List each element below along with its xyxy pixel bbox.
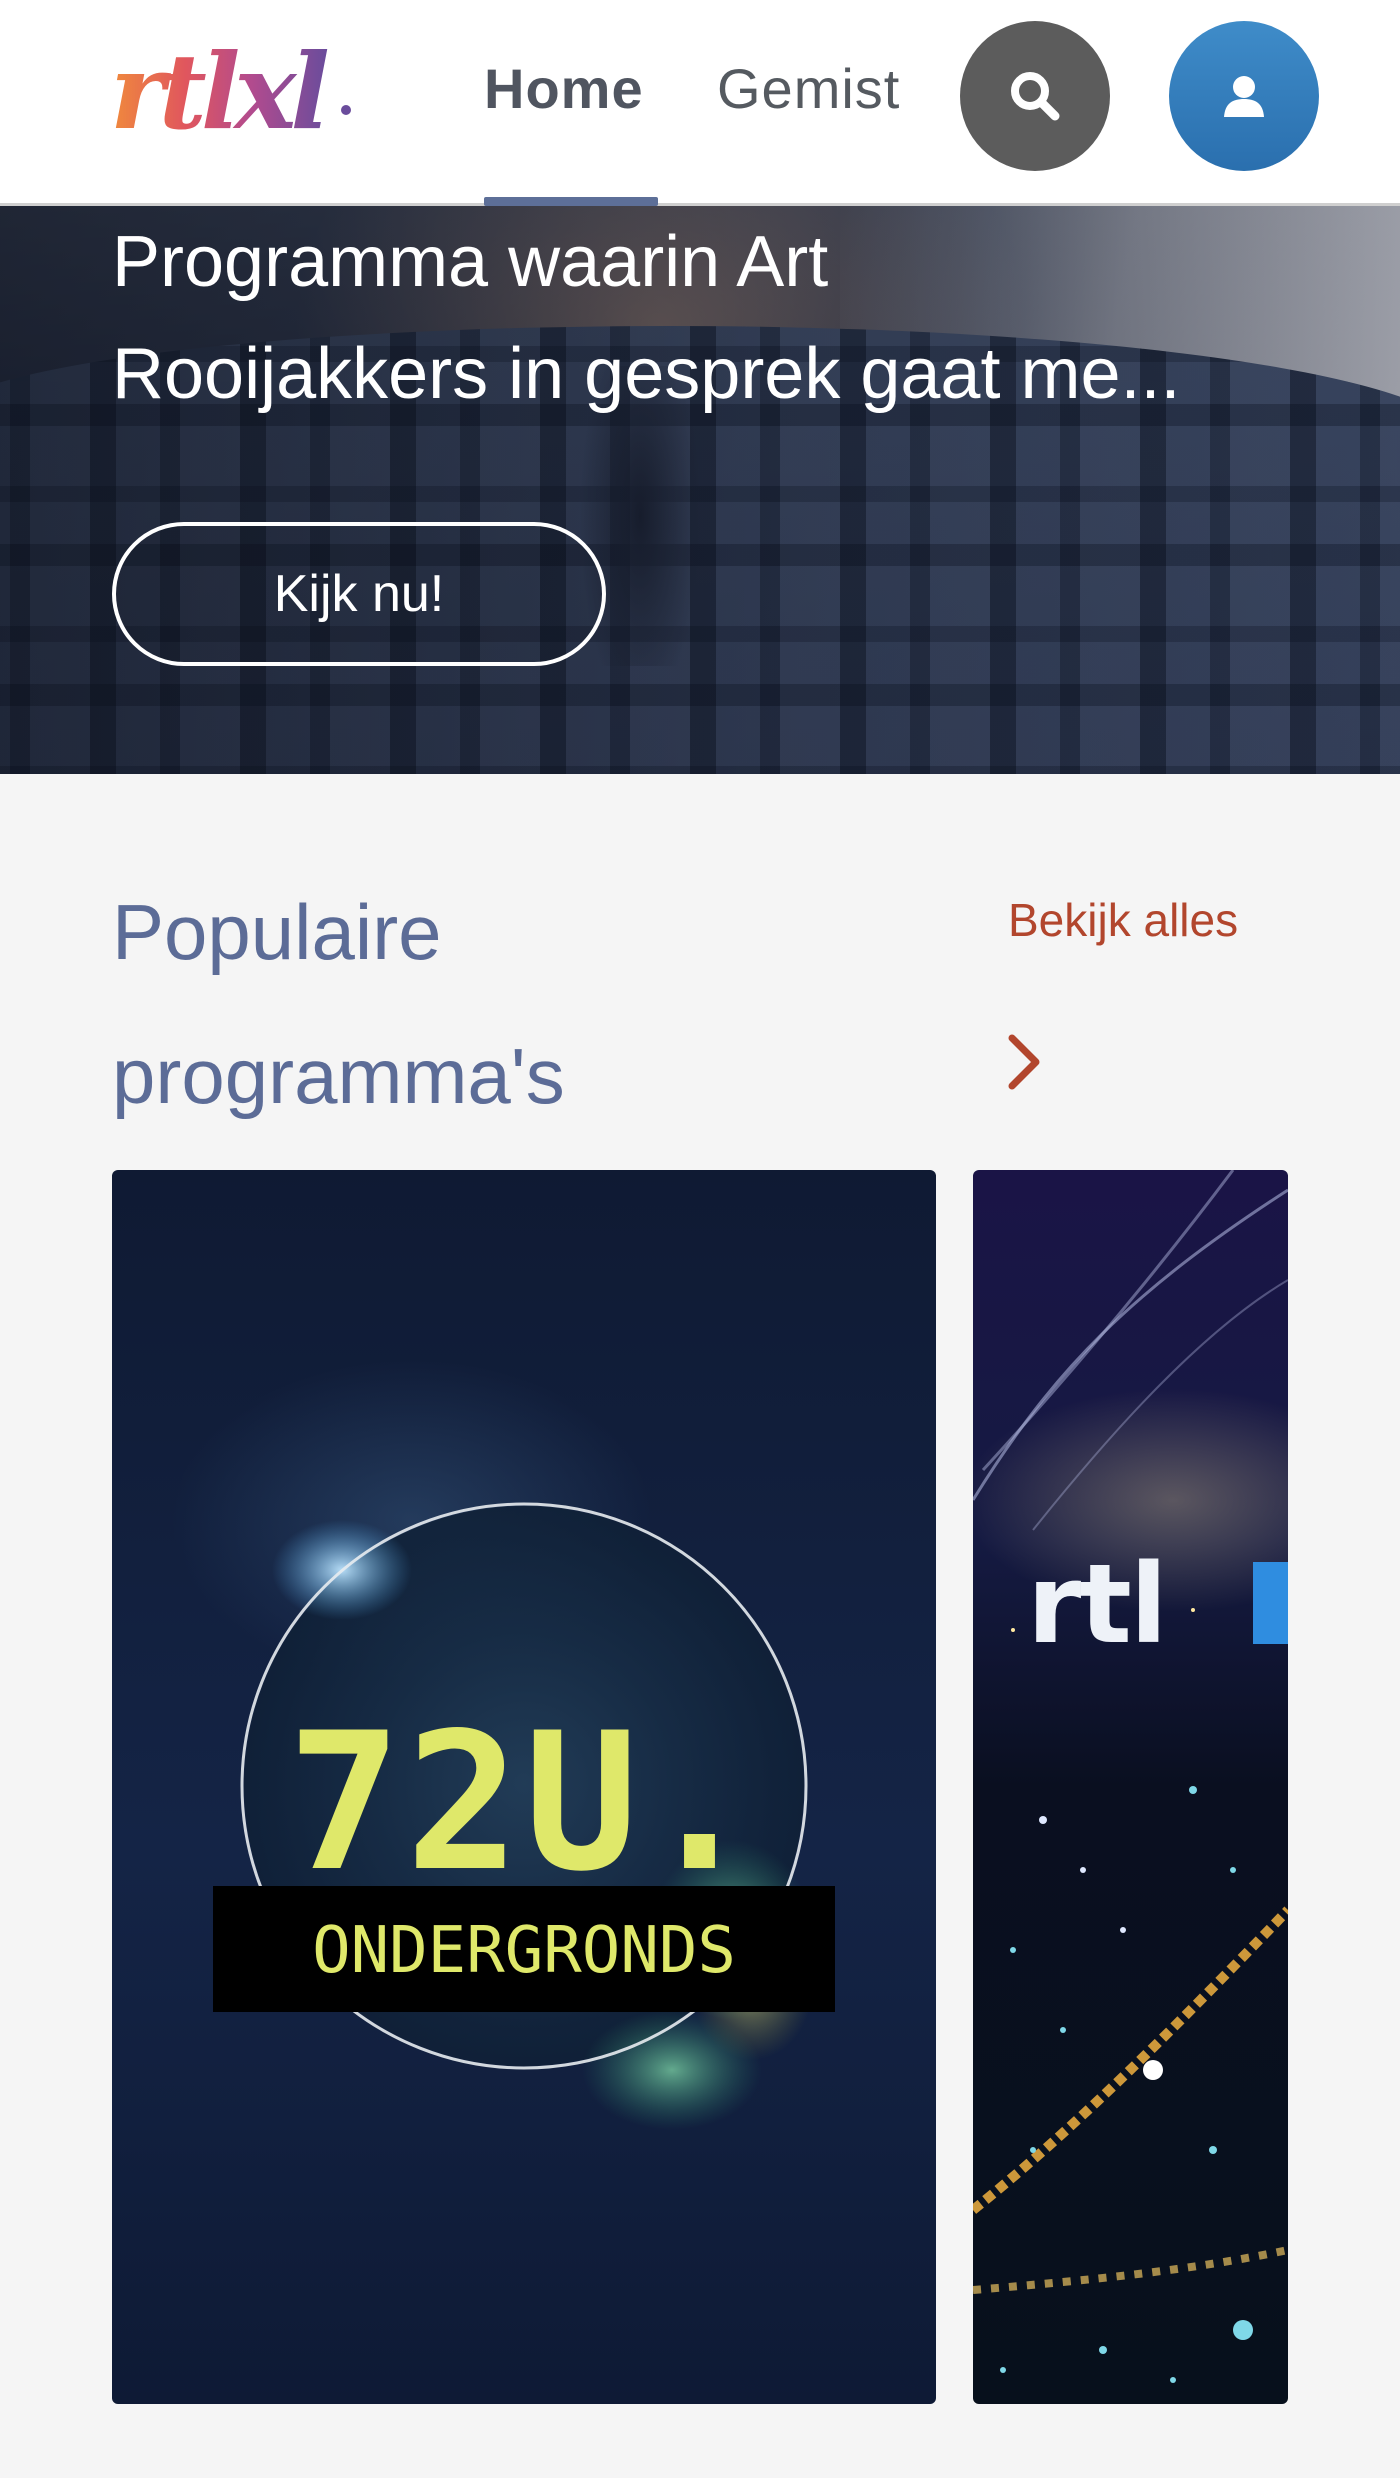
card-title: rtl — [1027, 1540, 1168, 1668]
hero-description-line-1: Programma waarin Art — [112, 222, 829, 302]
section-title-line-2: programma's — [112, 1032, 565, 1120]
section-title-line-1: Populaire — [112, 888, 442, 976]
tab-gemist[interactable]: Gemist — [717, 56, 900, 121]
program-card[interactable]: rtl — [973, 1170, 1288, 2404]
search-button[interactable] — [960, 21, 1110, 171]
top-header: rtlxl Home Gemist — [0, 0, 1400, 206]
search-icon — [1011, 72, 1060, 121]
program-card-artwork: 72U. ONDERGRONDS — [213, 1502, 835, 2130]
rtl-logo-accent — [1253, 1562, 1288, 1644]
hero-description-line-2: Rooijakkers in gesprek gaat me... — [112, 334, 1181, 414]
svg-text:rtlxl: rtlxl — [110, 38, 327, 148]
program-card-artwork — [973, 1170, 1288, 2383]
hero-description: Programma waarin Art Rooijakkers in gesp… — [112, 206, 1312, 430]
program-card[interactable]: 72U. ONDERGRONDS — [112, 1170, 936, 2404]
see-all-link[interactable]: Bekijk alles — [1008, 890, 1238, 950]
card-title-top: 72U. — [287, 1692, 761, 1913]
section-title: Populaire programma's — [112, 860, 812, 1148]
tab-home[interactable]: Home — [484, 56, 644, 121]
user-icon — [1224, 76, 1264, 117]
page: Programma waarin Art Rooijakkers in gesp… — [0, 0, 1400, 2478]
active-tab-indicator — [484, 197, 658, 206]
hero-banner[interactable]: Programma waarin Art Rooijakkers in gesp… — [0, 206, 1400, 774]
rtlxl-logo[interactable]: rtlxl — [110, 38, 360, 148]
card-title-bottom: ONDERGRONDS — [312, 1914, 736, 1988]
account-button[interactable] — [1169, 21, 1319, 171]
chevron-right-icon[interactable] — [1004, 1032, 1044, 1092]
watch-now-button[interactable]: Kijk nu! — [112, 522, 606, 666]
